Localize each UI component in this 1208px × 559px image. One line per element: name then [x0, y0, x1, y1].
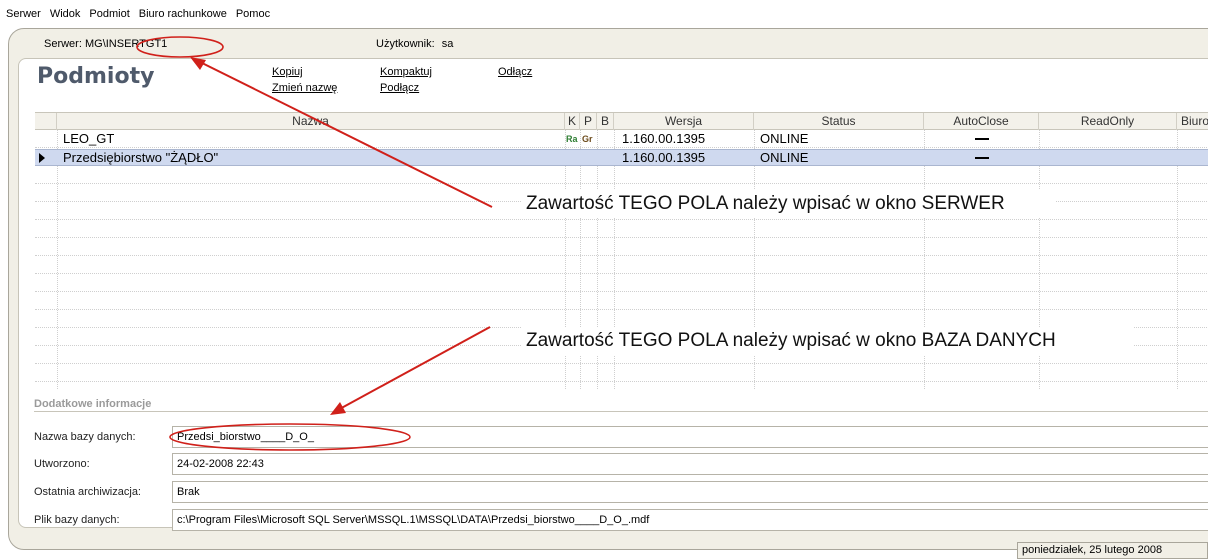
header-b[interactable]: B	[597, 113, 614, 130]
header-p[interactable]: P	[580, 113, 597, 130]
server-value: MG\INSERTGT1	[84, 38, 168, 50]
server-info: Serwer: MG\INSERTGT1	[44, 38, 167, 50]
menu-pomoc[interactable]: Pomoc	[236, 8, 270, 20]
info-label-archiwizacja: Ostatnia archiwizacja:	[34, 486, 141, 498]
empty-row	[35, 221, 1208, 238]
annotation-note-serwer: Zawartość TEGO POLA należy wpisać w okno…	[522, 190, 1056, 218]
kopiuj-link[interactable]: Kopiuj	[272, 66, 303, 78]
empty-row	[35, 311, 1208, 328]
cell-nazwa: LEO_GT	[63, 131, 115, 146]
page-title: Podmioty	[37, 64, 155, 89]
menu-bar: Serwer Widok Podmiot Biuro rachunkowe Po…	[0, 0, 1208, 28]
kompaktuj-link[interactable]: Kompaktuj	[380, 66, 432, 78]
menu-widok[interactable]: Widok	[50, 8, 81, 20]
empty-row	[35, 293, 1208, 310]
odlacz-link[interactable]: Odłącz	[498, 66, 532, 78]
row-pointer-icon	[39, 153, 45, 163]
header-biuro[interactable]: Biuro	[1177, 113, 1208, 130]
section-title: Dodatkowe informacje	[34, 398, 152, 410]
empty-row	[35, 239, 1208, 256]
info-label-plik-bazy: Plik bazy danych:	[34, 514, 120, 526]
header-autoclose[interactable]: AutoClose	[924, 113, 1039, 130]
status-bar-date: poniedziałek, 25 lutego 2008	[1017, 542, 1208, 559]
cell-p-badge: Gr	[582, 134, 593, 144]
cell-nazwa: Przedsiębiorstwo "ŻĄDŁO"	[63, 150, 219, 165]
empty-row	[35, 275, 1208, 292]
cell-wersja: 1.160.00.1395	[622, 150, 706, 165]
header-nazwa[interactable]: Nazwa	[57, 113, 565, 130]
zmien-nazwe-link[interactable]: Zmień nazwę	[272, 82, 337, 94]
empty-row	[35, 365, 1208, 382]
section-divider	[34, 411, 1208, 412]
menu-serwer[interactable]: Serwer	[6, 8, 41, 20]
cell-autoclose-dash	[975, 138, 989, 140]
cell-status: ONLINE	[760, 150, 809, 165]
header-wersja[interactable]: Wersja	[614, 113, 754, 130]
menu-podmiot[interactable]: Podmiot	[89, 8, 129, 20]
info-value-nazwa-bazy[interactable]: Przedsi_biorstwo____D_O_	[172, 426, 1208, 448]
info-label-utworzono: Utworzono:	[34, 458, 90, 470]
cell-wersja: 1.160.00.1395	[622, 131, 706, 146]
cell-status: ONLINE	[760, 131, 809, 146]
header-k[interactable]: K	[565, 113, 580, 130]
info-value-archiwizacja[interactable]: Brak	[172, 481, 1208, 503]
annotation-note-baza: Zawartość TEGO POLA należy wpisać w okno…	[522, 327, 1134, 355]
server-label: Serwer:	[44, 38, 82, 50]
header-indicator	[35, 113, 57, 130]
grid-header: Nazwa K P B Wersja Status AutoClose Read…	[35, 113, 1208, 130]
empty-row	[35, 257, 1208, 274]
podlacz-link[interactable]: Podłącz	[380, 82, 419, 94]
user-value: sa	[441, 38, 454, 50]
info-value-plik-bazy[interactable]: c:\Program Files\Microsoft SQL Server\MS…	[172, 509, 1208, 531]
user-label: Użytkownik:	[376, 38, 435, 50]
user-info: Użytkownik: sa	[376, 38, 453, 50]
menu-biuro-rachunkowe[interactable]: Biuro rachunkowe	[139, 8, 227, 20]
table-row-selected[interactable]: Przedsiębiorstwo "ŻĄDŁO" 1.160.00.1395 O…	[35, 149, 1208, 166]
header-status[interactable]: Status	[754, 113, 924, 130]
info-value-utworzono[interactable]: 24-02-2008 22:43	[172, 453, 1208, 475]
info-label-nazwa-bazy: Nazwa bazy danych:	[34, 431, 136, 443]
table-row[interactable]: LEO_GT Ra Gr 1.160.00.1395 ONLINE	[35, 131, 1208, 148]
header-readonly[interactable]: ReadOnly	[1039, 113, 1177, 130]
cell-autoclose-dash	[975, 157, 989, 159]
empty-row	[35, 167, 1208, 184]
cell-k-badge: Ra	[566, 134, 578, 144]
